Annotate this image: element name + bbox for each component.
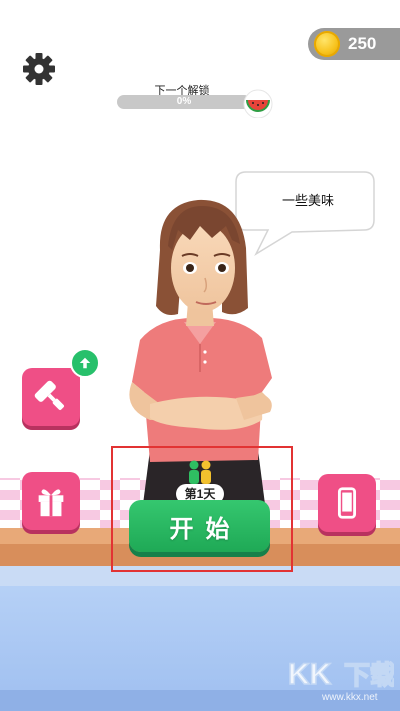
site-watermark-logo: KK 下载 www.kkx.net (287, 657, 394, 703)
unlock-progress-percent: 0% (176, 96, 192, 107)
two-players-icon (189, 460, 211, 484)
gift-button[interactable] (22, 472, 80, 530)
gift-icon (38, 489, 64, 517)
gear-icon (23, 53, 55, 85)
phone-button[interactable] (318, 474, 376, 532)
svg-text:www.kkx.net: www.kkx.net (321, 692, 378, 703)
phone-icon (337, 487, 357, 519)
coin-icon (314, 31, 340, 57)
arrow-up-icon (79, 357, 91, 369)
speech-bubble-text: 一些美味 (281, 193, 334, 208)
watermelon-icon (243, 89, 273, 118)
paint-roller-icon (34, 380, 64, 410)
start-button[interactable]: 开始 (129, 500, 270, 552)
svg-text:KK: KK (288, 658, 332, 691)
svg-text:下载: 下载 (344, 661, 394, 691)
decorate-button[interactable] (22, 368, 80, 426)
coin-counter: 250 (308, 28, 400, 60)
unlock-progress-bar: 0% (117, 95, 251, 109)
settings-button[interactable] (20, 50, 58, 88)
upgrade-badge (70, 348, 100, 378)
coin-count: 250 (348, 34, 377, 53)
